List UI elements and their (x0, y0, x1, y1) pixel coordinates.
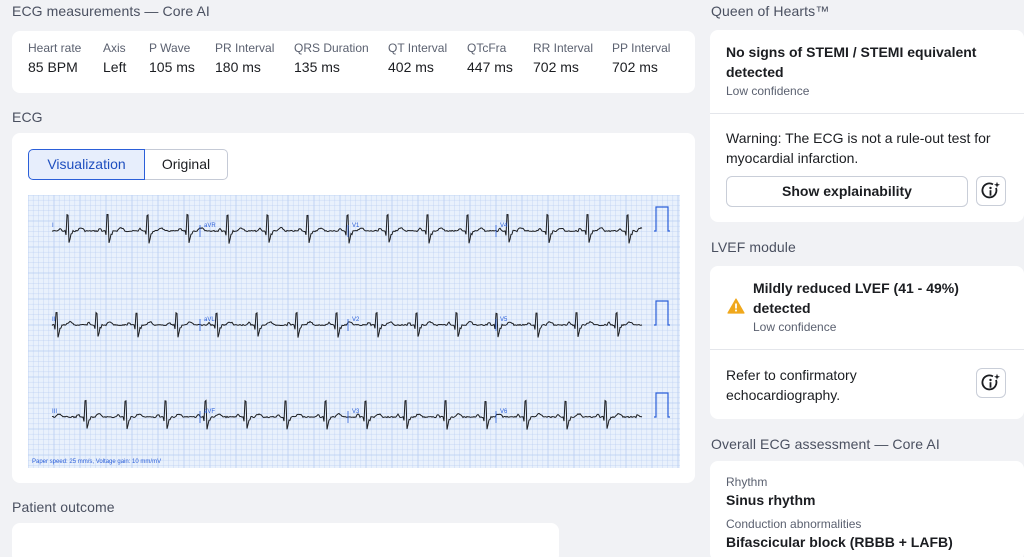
measurement-pr-interval: PR Interval 180 ms (215, 41, 294, 75)
lead-label: aVR (204, 223, 216, 229)
measurement-qrs-duration: QRS Duration 135 ms (294, 41, 388, 75)
ecg-section-title: ECG (12, 109, 43, 125)
measurement-label: RR Interval (533, 41, 594, 55)
measurement-value: 702 ms (533, 59, 579, 75)
lvef-info-button[interactable] (976, 368, 1006, 398)
measurement-value: 702 ms (612, 59, 658, 75)
measurement-value: 135 ms (294, 59, 340, 75)
lead-label: V1 (352, 223, 360, 229)
divider (710, 113, 1024, 114)
ecg-grid: IaVR V1 V4II aVL V2 V5III aVF V3 V6 (28, 195, 680, 468)
lead-label: V4 (500, 223, 508, 229)
measurement-pp-interval: PP Interval 702 ms (612, 41, 687, 75)
measurement-value: 105 ms (149, 59, 195, 75)
lvef-confidence: Low confidence (753, 320, 837, 334)
info-sparkle-icon (981, 373, 1000, 391)
measurements-list: Heart rate 85 BPM Axis Left P Wave 105 m… (28, 41, 687, 75)
divider (710, 349, 1024, 350)
queen-confidence: Low confidence (726, 84, 810, 98)
measurement-label: PP Interval (612, 41, 671, 55)
measurement-heart-rate: Heart rate 85 BPM (28, 41, 103, 75)
measurement-label: QT Interval (388, 41, 448, 55)
measurement-value: 402 ms (388, 59, 434, 75)
conduction-label: Conduction abnormalities (726, 517, 862, 531)
explainability-info-button[interactable] (976, 176, 1006, 206)
lead-label: V6 (500, 409, 508, 415)
lvef-card: Mildly reduced LVEF (41 - 49%) detected … (710, 266, 1024, 419)
queen-warning: Warning: The ECG is not a rule-out test … (726, 130, 991, 166)
measurement-rr-interval: RR Interval 702 ms (533, 41, 612, 75)
measurements-section-title: ECG measurements — Core AI (12, 3, 210, 19)
ecg-tracing: IaVR V1 V4 II aVL V2 V5 III aVF V3 V6 Paper speed:… (28, 195, 680, 468)
lead-label: aVL (204, 317, 215, 323)
ecg-trace-row (51, 399, 643, 430)
queen-result: No signs of STEMI / STEMI equivalent det… (726, 44, 977, 80)
lead-label: II (52, 317, 56, 323)
measurement-qt-interval: QT Interval 402 ms (388, 41, 467, 75)
measurement-label: QRS Duration (294, 41, 369, 55)
lead-label: V5 (500, 317, 508, 323)
queen-card: No signs of STEMI / STEMI equivalent det… (710, 30, 1024, 222)
rhythm-label: Rhythm (726, 475, 768, 489)
measurements-card: Heart rate 85 BPM Axis Left P Wave 105 m… (12, 31, 695, 93)
measurement-p-wave: P Wave 105 ms (149, 41, 215, 75)
lead-label: V2 (352, 317, 360, 323)
ecg-view-toggle: Visualization Original (28, 149, 228, 180)
measurement-label: QTcFra (467, 41, 507, 55)
lead-label: aVF (204, 409, 215, 415)
measurement-label: Heart rate (28, 41, 82, 55)
ecg-trace-row (51, 213, 643, 244)
patient-outcome-title: Patient outcome (12, 499, 115, 515)
measurement-value: Left (103, 59, 127, 75)
tab-original[interactable]: Original (145, 149, 228, 180)
conduction-value: Bifascicular block (RBBB + LAFB) (726, 534, 953, 550)
lvef-section-title: LVEF module (711, 239, 796, 255)
overall-card: Rhythm Sinus rhythm Conduction abnormali… (710, 461, 1024, 557)
queen-section-title: Queen of Hearts™ (711, 3, 830, 19)
lead-label: V3 (352, 409, 360, 415)
warning-icon (727, 298, 745, 314)
measurement-label: Axis (103, 41, 126, 55)
lead-label: III (52, 409, 57, 415)
measurement-axis: Axis Left (103, 41, 149, 75)
lvef-refer: Refer to confirmatory echocardiography. (726, 367, 857, 403)
patient-outcome-card (12, 523, 559, 557)
paper-speed-note: Paper speed: 25 mm/s, Voltage gain: 10 m… (32, 459, 162, 465)
measurement-value: 447 ms (467, 59, 513, 75)
measurement-value: 180 ms (215, 59, 261, 75)
measurement-value: 85 BPM (28, 59, 78, 75)
calibration-pulse (654, 300, 670, 326)
show-explainability-button[interactable]: Show explainability (726, 176, 968, 207)
measurement-qtcfra: QTcFra 447 ms (467, 41, 533, 75)
lvef-result: Mildly reduced LVEF (41 - 49%) detected (753, 280, 959, 316)
rhythm-value: Sinus rhythm (726, 492, 816, 508)
measurement-label: P Wave (149, 41, 191, 55)
info-sparkle-icon (981, 181, 1000, 199)
measurement-label: PR Interval (215, 41, 275, 55)
overall-section-title: Overall ECG assessment — Core AI (711, 436, 940, 452)
ecg-card: Visualization Original IaVR V1 V4 II aVL V2 V5… (12, 133, 695, 483)
tab-visualization[interactable]: Visualization (28, 149, 145, 180)
